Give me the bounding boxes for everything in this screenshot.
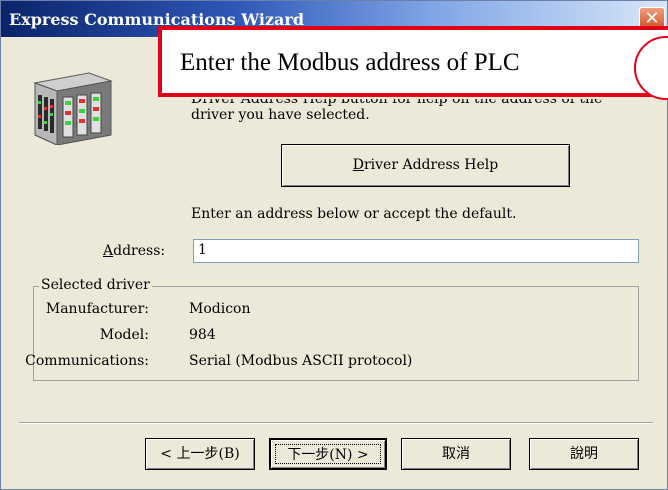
- cancel-button[interactable]: 取消: [401, 438, 511, 470]
- next-button[interactable]: 下一步(N) >: [269, 438, 387, 470]
- footer-separator-highlight: [19, 423, 653, 424]
- callout-circle: [634, 36, 668, 100]
- plc-cabinet-icon: [33, 72, 113, 145]
- address-label: Address:: [103, 243, 165, 259]
- back-button[interactable]: < 上一步(B): [145, 438, 255, 470]
- communications-value: Serial (Modbus ASCII protocol): [189, 353, 413, 369]
- callout-text: Enter the Modbus address of PLC: [180, 49, 520, 76]
- driver-help-text: Driver Address Help button for help on t…: [191, 99, 603, 123]
- communications-label: Communications:: [25, 353, 149, 369]
- enter-address-instruction: Enter an address below or accept the def…: [191, 206, 517, 222]
- model-label: Model:: [99, 327, 149, 343]
- help-button[interactable]: 說明: [529, 438, 639, 470]
- address-mnemonic: A: [103, 243, 114, 259]
- driver-address-help-mnemonic: D: [352, 157, 364, 173]
- manufacturer-label: Manufacturer:: [45, 301, 149, 317]
- driver-address-help-button[interactable]: Driver Address Help: [281, 144, 570, 187]
- address-label-text: ddress:: [113, 243, 166, 259]
- address-input[interactable]: 1: [193, 239, 639, 263]
- driver-address-help-label: river Address Help: [363, 157, 499, 173]
- annotation-callout: Enter the Modbus address of PLC: [158, 26, 668, 100]
- selected-driver-legend: Selected driver: [39, 277, 152, 293]
- focus-rect: [275, 444, 381, 464]
- model-value: 984: [189, 327, 216, 343]
- manufacturer-value: Modicon: [189, 301, 251, 317]
